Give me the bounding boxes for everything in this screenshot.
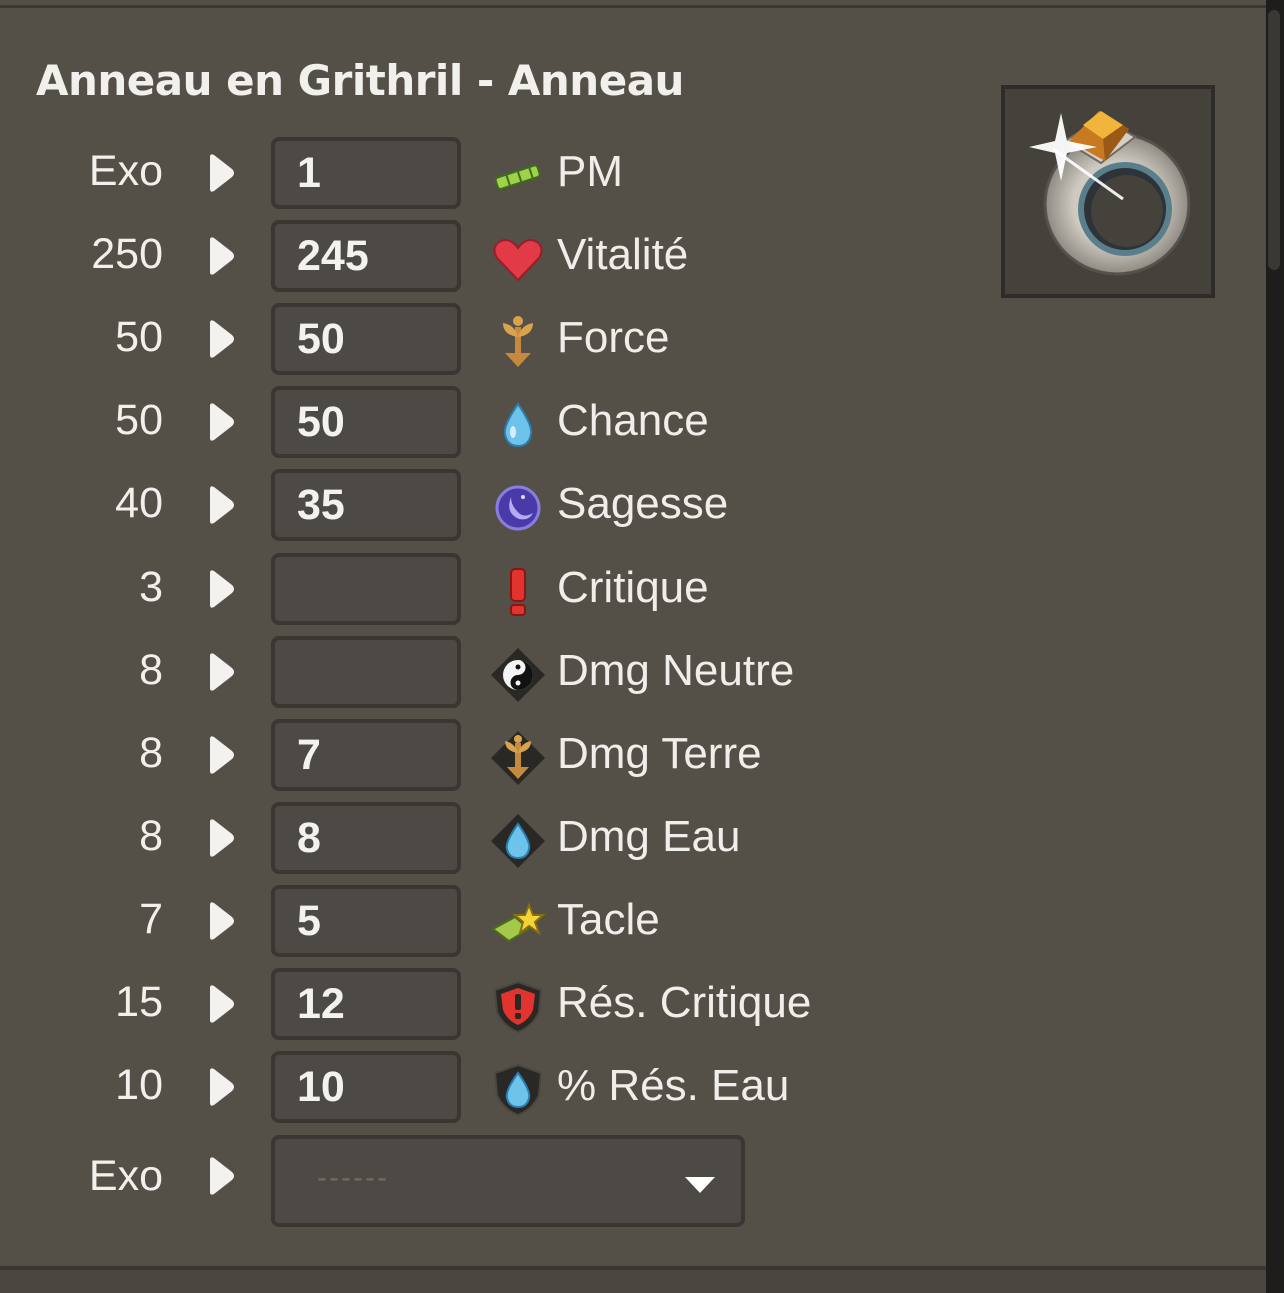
stat-row: 7 5 Tacle xyxy=(0,881,960,964)
stat-value-input[interactable]: 1 xyxy=(271,137,461,209)
stat-row: Exo 1 PM xyxy=(0,133,960,216)
arrow-right-icon[interactable] xyxy=(206,153,236,193)
stat-label: Dmg Terre xyxy=(557,728,762,778)
stat-value-input[interactable] xyxy=(271,635,461,708)
stat-value-input[interactable]: 7 xyxy=(271,718,461,791)
stat-max: Exo xyxy=(88,147,163,195)
pm-icon xyxy=(494,164,541,190)
stat-row: 8 8 Dmg Eau xyxy=(0,798,960,881)
stat-row: 15 12 Rés. Critique xyxy=(0,964,960,1047)
chevron-down-icon xyxy=(685,1177,715,1193)
scrollbar-thumb[interactable] xyxy=(1268,10,1280,270)
stat-row: 50 50 Force xyxy=(0,299,960,382)
tackle-icon xyxy=(491,902,546,943)
top-divider xyxy=(0,0,1270,8)
stat-max: 3 xyxy=(139,562,163,611)
stat-label: Dmg Eau xyxy=(557,811,741,861)
stat-max: 8 xyxy=(139,645,163,694)
water-resistance-icon xyxy=(493,1064,543,1117)
earth-damage-icon xyxy=(491,730,545,785)
heart-icon xyxy=(493,239,543,282)
force-icon xyxy=(503,316,533,368)
stat-max: 10 xyxy=(115,1061,163,1110)
arrow-right-icon[interactable] xyxy=(206,652,236,692)
bottom-divider xyxy=(0,1266,1270,1293)
arrow-right-icon[interactable] xyxy=(206,1156,236,1196)
stat-value-input[interactable]: 8 xyxy=(271,801,461,874)
ring-icon xyxy=(1001,85,1215,298)
stat-max: 8 xyxy=(139,728,163,777)
stat-value-input[interactable]: 10 xyxy=(271,1051,461,1124)
neutral-damage-icon xyxy=(491,647,545,702)
stat-max: 8 xyxy=(139,811,163,860)
stat-max: 50 xyxy=(115,313,163,362)
arrow-right-icon[interactable] xyxy=(206,402,236,442)
stat-max: 7 xyxy=(139,894,163,943)
stat-value-input[interactable]: 35 xyxy=(271,469,461,542)
stat-max: 15 xyxy=(115,978,163,1026)
stat-value-input[interactable]: 245 xyxy=(271,220,461,293)
stat-max: 40 xyxy=(115,479,163,528)
stat-row: 50 50 Chance xyxy=(0,382,960,465)
stat-max: 50 xyxy=(115,396,163,445)
arrow-right-icon[interactable] xyxy=(206,485,236,525)
item-title: Anneau en Grithril - Anneau xyxy=(36,56,684,105)
stat-label: Vitalité xyxy=(557,230,689,280)
arrow-right-icon[interactable] xyxy=(206,901,236,941)
stat-value-input[interactable]: 50 xyxy=(271,386,461,459)
critical-resistance-icon xyxy=(493,980,543,1034)
stat-row: 250 245 Vitalité xyxy=(0,216,960,299)
critical-icon xyxy=(510,567,526,616)
stat-value-input[interactable] xyxy=(271,552,461,625)
arrow-right-icon[interactable] xyxy=(206,236,236,276)
exo-select[interactable]: ------ xyxy=(271,1135,745,1227)
stat-value-input[interactable]: 50 xyxy=(271,303,461,376)
arrow-right-icon[interactable] xyxy=(206,735,236,775)
stat-row: 40 35 Sagesse xyxy=(0,465,960,548)
water-drop-icon xyxy=(503,402,533,448)
stat-label: Sagesse xyxy=(557,479,729,529)
stat-label: Dmg Neutre xyxy=(557,645,795,695)
stat-row: 8 Dmg Neutre xyxy=(0,632,960,715)
arrow-right-icon[interactable] xyxy=(206,1067,236,1107)
stat-row: 8 7 Dmg Terre xyxy=(0,715,960,798)
stat-row: 3 Critique xyxy=(0,549,960,632)
stat-label: Force xyxy=(557,313,670,363)
stat-label: Critique xyxy=(557,562,709,612)
stat-label: Tacle xyxy=(557,894,660,944)
exo-row-label: Exo xyxy=(88,1152,163,1200)
arrow-right-icon[interactable] xyxy=(206,319,236,359)
stat-value-input[interactable]: 12 xyxy=(271,968,461,1040)
stat-label: % Rés. Eau xyxy=(557,1061,790,1111)
stat-value-input[interactable]: 5 xyxy=(271,884,461,957)
stat-label: PM xyxy=(557,147,623,196)
water-damage-icon xyxy=(491,813,545,868)
stat-max: 250 xyxy=(91,230,163,279)
arrow-right-icon[interactable] xyxy=(206,569,236,609)
arrow-right-icon[interactable] xyxy=(206,818,236,858)
exo-select-value: ------ xyxy=(317,1161,389,1194)
arrow-right-icon[interactable] xyxy=(206,984,236,1024)
stat-row: 10 10 % Rés. Eau xyxy=(0,1047,960,1130)
stat-label: Rés. Critique xyxy=(557,978,812,1027)
stat-label: Chance xyxy=(557,396,709,446)
moon-icon xyxy=(495,485,541,531)
